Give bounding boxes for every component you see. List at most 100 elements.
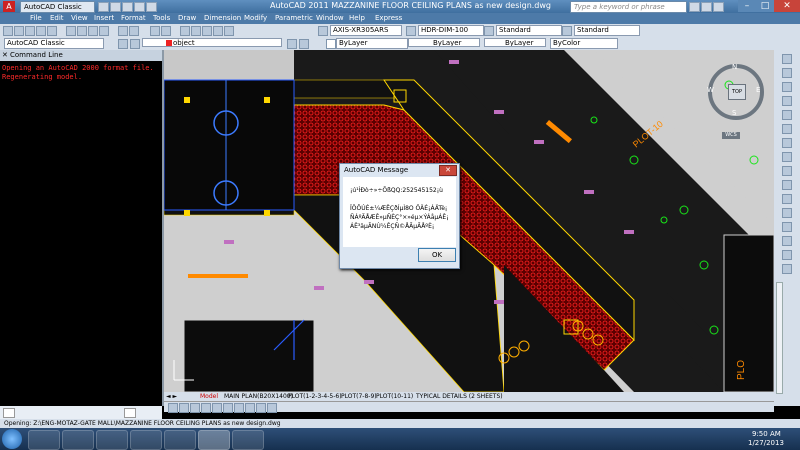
layer-properties-icon[interactable] (118, 39, 128, 49)
lineweight-select[interactable]: ByLayer (484, 38, 546, 47)
stretch-icon[interactable] (782, 166, 792, 176)
ducs-icon[interactable] (234, 403, 244, 413)
tab-plot-10-11[interactable]: PLOT(10-11) (376, 392, 413, 401)
menu-dimension[interactable]: Dimension (204, 13, 241, 24)
layer-select[interactable]: object (142, 38, 282, 47)
color-select[interactable]: ByLayer (336, 38, 408, 49)
explorer-icon[interactable] (28, 430, 60, 450)
dim-style-icon[interactable] (406, 26, 416, 36)
plot-icon[interactable] (36, 26, 46, 36)
fillet-icon[interactable] (782, 250, 792, 260)
chamfer-icon[interactable] (782, 236, 792, 246)
redo-icon[interactable] (146, 2, 157, 12)
drawing-canvas[interactable]: PLOT-10 PLO (164, 50, 774, 392)
tab-nav-icon[interactable]: ◄ ► (166, 392, 177, 401)
calculator-icon[interactable] (224, 26, 234, 36)
folder-icon[interactable] (130, 430, 162, 450)
menu-express[interactable]: Express (375, 13, 402, 24)
layer-state-icon[interactable] (130, 39, 140, 49)
properties-icon[interactable] (180, 26, 190, 36)
close-panel-icon[interactable]: ✕ (2, 50, 8, 61)
ortho-icon[interactable] (190, 403, 200, 413)
tab-plot-1-6[interactable]: PLOT(1-2-3-4-5-6) (288, 392, 342, 401)
word-icon[interactable] (232, 430, 264, 450)
explode-icon[interactable] (782, 264, 792, 274)
break-icon[interactable] (782, 208, 792, 218)
cut-icon[interactable] (66, 26, 76, 36)
move-icon[interactable] (782, 124, 792, 134)
text-style-icon[interactable] (318, 26, 328, 36)
menu-draw[interactable]: Draw (178, 13, 196, 24)
tray-time[interactable]: 9:50 AM (752, 430, 781, 438)
tab-main-plan[interactable]: MAIN PLAN(B20X1400) (224, 392, 293, 401)
help-icon[interactable] (713, 2, 724, 12)
command-input[interactable] (0, 406, 162, 419)
search-input[interactable]: Type a keyword or phrase (570, 1, 687, 13)
join-icon[interactable] (782, 222, 792, 232)
match-properties-icon[interactable] (99, 26, 109, 36)
offset-icon[interactable] (782, 96, 792, 106)
paste-icon[interactable] (88, 26, 98, 36)
table-style-icon[interactable] (484, 26, 494, 36)
save-file-icon[interactable] (25, 26, 35, 36)
autocad-task-icon[interactable] (198, 430, 230, 450)
new-icon[interactable] (98, 2, 109, 12)
sheet-set-icon[interactable] (213, 26, 223, 36)
scroll-left-icon[interactable] (3, 408, 15, 418)
save-icon[interactable] (122, 2, 133, 12)
minimize-button[interactable]: – (738, 0, 756, 12)
trim-icon[interactable] (782, 180, 792, 190)
array-icon[interactable] (782, 110, 792, 120)
undo-tool-icon[interactable] (118, 26, 128, 36)
menu-parametric[interactable]: Parametric (275, 13, 313, 24)
start-button[interactable] (2, 429, 22, 449)
maximize-button[interactable]: □ (756, 0, 774, 12)
ok-button[interactable]: OK (418, 248, 456, 262)
menu-insert[interactable]: Insert (94, 13, 114, 24)
tray-date[interactable]: 1/27/2013 (748, 439, 784, 447)
compass-north[interactable]: N (732, 63, 737, 71)
workspace-select[interactable]: AutoCAD Classic (4, 38, 104, 49)
media-player-icon[interactable] (96, 430, 128, 450)
menu-tools[interactable]: Tools (153, 13, 170, 24)
wcs-badge[interactable]: WCS (722, 132, 740, 139)
workspace-switcher[interactable]: AutoCAD Classic (20, 1, 95, 13)
star-icon[interactable] (701, 2, 712, 12)
close-button[interactable]: ✕ (774, 0, 800, 12)
extend-icon[interactable] (782, 194, 792, 204)
dialog-close-button[interactable]: ✕ (439, 165, 457, 176)
redo-tool-icon[interactable] (129, 26, 139, 36)
pan-icon[interactable] (150, 26, 160, 36)
layer-previous-icon[interactable] (299, 39, 309, 49)
tab-plot-7-9[interactable]: PLOT(7-8-9) (341, 392, 377, 401)
make-current-icon[interactable] (287, 39, 297, 49)
grid-icon[interactable] (179, 403, 189, 413)
menu-window[interactable]: Window (316, 13, 344, 24)
design-center-icon[interactable] (191, 26, 201, 36)
copy-object-icon[interactable] (782, 68, 792, 78)
menu-edit[interactable]: Edit (50, 13, 64, 24)
text-style-select[interactable]: AXIS-XR305ARS (330, 25, 402, 36)
zoom-icon[interactable] (161, 26, 171, 36)
app-logo-icon[interactable]: A (3, 1, 15, 12)
snap-icon[interactable] (168, 403, 178, 413)
menu-file[interactable]: File (30, 13, 42, 24)
polar-icon[interactable] (201, 403, 211, 413)
compass-east[interactable]: E (756, 86, 760, 94)
viewcube-top-face[interactable]: TOP (728, 84, 746, 100)
compass-west[interactable]: W (707, 86, 714, 94)
ie-icon[interactable] (62, 430, 94, 450)
tab-typical-details[interactable]: TYPICAL DETAILS (2 SHEETS) (416, 392, 503, 401)
otrack-icon[interactable] (223, 403, 233, 413)
qp-icon[interactable] (267, 403, 277, 413)
osnap-icon[interactable] (212, 403, 222, 413)
tool-palettes-icon[interactable] (202, 26, 212, 36)
menu-view[interactable]: View (71, 13, 88, 24)
scale-icon[interactable] (782, 152, 792, 162)
viewcube-compass[interactable]: TOP N S W E (707, 63, 764, 120)
mirror-icon[interactable] (782, 82, 792, 92)
new-file-icon[interactable] (3, 26, 13, 36)
scroll-right-icon[interactable] (124, 408, 136, 418)
menu-modify[interactable]: Modify (244, 13, 267, 24)
vertical-scrollbar[interactable] (776, 282, 783, 394)
